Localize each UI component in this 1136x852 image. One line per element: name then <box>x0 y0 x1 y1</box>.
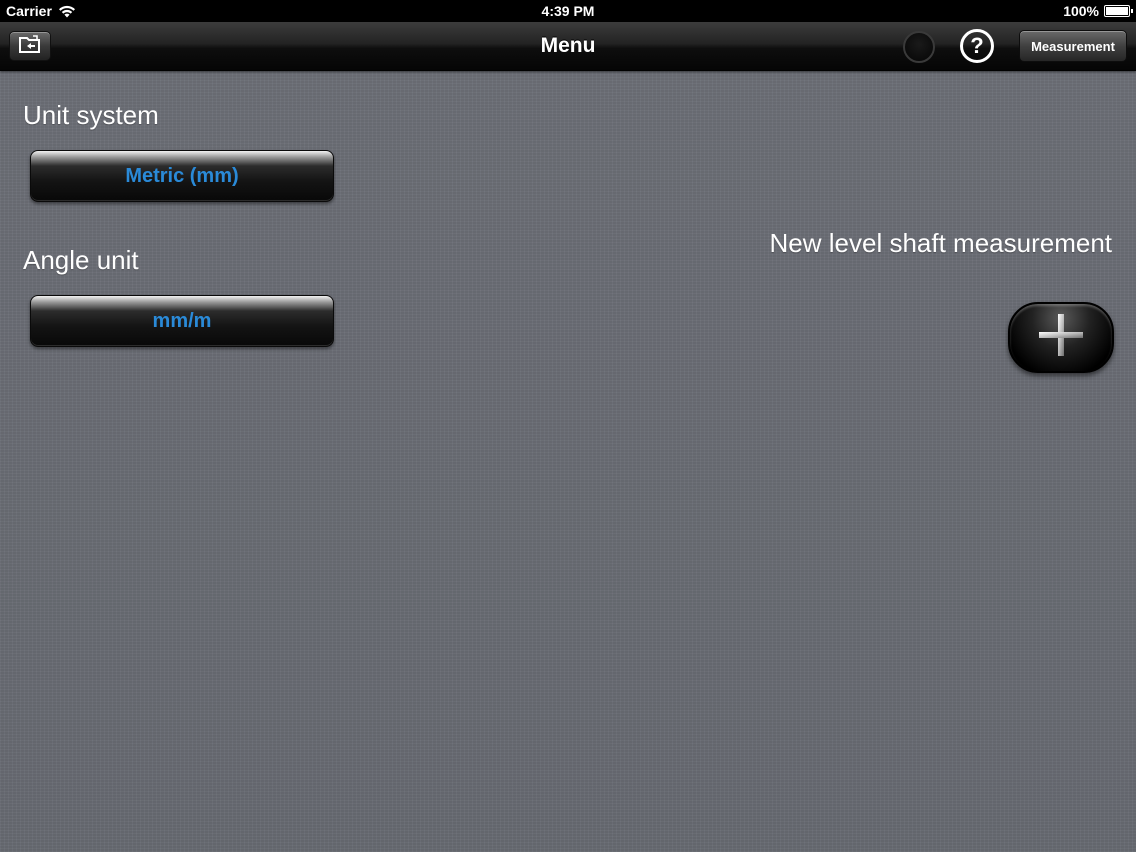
angle-unit-value: mm/m <box>152 309 212 332</box>
add-measurement-button[interactable] <box>1008 302 1114 373</box>
unit-system-label: Unit system <box>23 100 159 130</box>
status-time: 4:39 PM <box>541 3 595 19</box>
navigation-bar: Menu ? Measurement <box>0 22 1136 71</box>
question-icon: ? <box>970 33 984 58</box>
spinner-icon <box>903 31 935 63</box>
status-bar: Carrier 4:39 PM 100% <box>0 0 1136 22</box>
angle-unit-label: Angle unit <box>23 245 139 275</box>
help-button[interactable]: ? <box>960 29 994 63</box>
unit-system-value: Metric (mm) <box>125 164 239 187</box>
unit-system-button[interactable]: Metric (mm) <box>30 150 334 202</box>
plus-icon <box>1029 310 1093 365</box>
battery-icon <box>1104 5 1133 17</box>
battery-percent: 100% <box>1063 3 1099 19</box>
measurement-button[interactable]: Measurement <box>1019 30 1127 62</box>
new-measurement-label: New level shaft measurement <box>769 228 1112 258</box>
battery-area: 100% <box>1063 3 1133 19</box>
angle-unit-button[interactable]: mm/m <box>30 295 334 347</box>
